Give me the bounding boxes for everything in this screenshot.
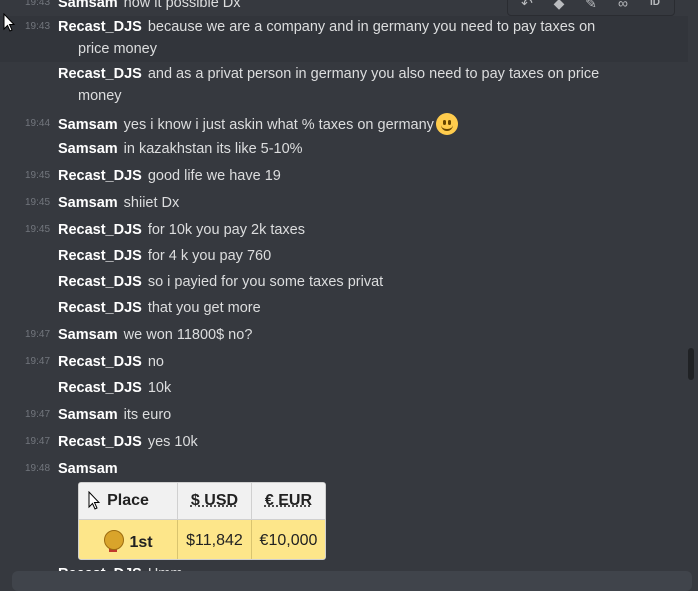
message-text: how it possible Dx xyxy=(123,0,241,11)
message-composer[interactable] xyxy=(12,571,692,591)
table-row: 1st $11,842 €10,000 xyxy=(79,519,325,559)
message-text: its euro xyxy=(123,407,172,423)
message-author[interactable]: Recast_DJS xyxy=(58,248,142,264)
message-text: and as a privat person in germany you al… xyxy=(147,66,600,82)
reply-icon[interactable]: ↶ xyxy=(516,0,538,13)
message-text: yes 10k xyxy=(147,434,198,450)
message-author[interactable]: Recast_DJS xyxy=(58,66,142,82)
message[interactable]: 19:45 Recast_DJS for 10k you pay 2k taxes xyxy=(0,219,688,241)
message-author[interactable]: Samsam xyxy=(58,407,118,423)
message-timestamp: 19:48 xyxy=(25,463,51,474)
message-author[interactable]: Recast_DJS xyxy=(58,19,142,35)
message[interactable]: 19:45 Recast_DJS good life we have 19 xyxy=(0,165,688,187)
message-author[interactable]: Recast_DJS xyxy=(58,434,142,450)
message-author[interactable]: Samsam xyxy=(58,195,118,211)
message-author[interactable]: Samsam xyxy=(58,0,118,11)
message-timestamp: 19:47 xyxy=(25,436,51,447)
message[interactable]: 19:47 Recast_DJS no xyxy=(0,351,688,373)
table-cell-eur: €10,000 xyxy=(251,519,325,559)
message-author[interactable]: Samsam xyxy=(58,461,118,477)
message-text: 10k xyxy=(147,380,172,396)
message[interactable]: Recast_DJS so i payied for you some taxes… xyxy=(0,271,688,293)
message-author[interactable]: Recast_DJS xyxy=(58,354,142,370)
message[interactable]: Recast_DJS and as a privat person in germ… xyxy=(0,63,688,109)
message-timestamp: 19:44 xyxy=(25,118,51,129)
message-text: no xyxy=(147,354,164,370)
message-text: we won 11800$ no? xyxy=(123,327,253,343)
message[interactable]: Samsam in kazakhstan its like 5-10% xyxy=(0,138,688,160)
mouse-cursor-icon xyxy=(3,13,15,32)
message-timestamp: 19:47 xyxy=(25,329,51,340)
message-text-continued: money xyxy=(78,88,122,104)
message-author[interactable]: Samsam xyxy=(58,117,118,133)
message-text: in kazakhstan its like 5-10% xyxy=(123,141,303,157)
table-header-eur: € EUR xyxy=(251,483,325,520)
prize-table-embed: Place $ USD € EUR 1st $11,842 €10,000 xyxy=(78,482,326,560)
message[interactable]: 19:48 Samsam xyxy=(0,458,688,480)
message-author[interactable]: Recast_DJS xyxy=(58,380,142,396)
message-timestamp: 19:45 xyxy=(25,197,51,208)
message[interactable]: 19:45 Samsam shiiet Dx xyxy=(0,192,688,214)
link-icon[interactable]: ∞ xyxy=(612,0,634,13)
message[interactable]: 19:47 Samsam we won 11800$ no? xyxy=(0,324,688,346)
message-text: for 4 k you pay 760 xyxy=(147,248,272,264)
message-text: yes i know i just askin what % taxes on … xyxy=(123,117,434,133)
message[interactable]: Recast_DJS that you get more xyxy=(0,297,688,319)
table-cell-place: 1st xyxy=(79,519,179,559)
pin-icon[interactable]: ✎ xyxy=(580,0,602,13)
message-text-continued: price money xyxy=(78,41,157,57)
message-text: good life we have 19 xyxy=(147,168,281,184)
message[interactable]: Recast_DJS for 4 k you pay 760 xyxy=(0,245,688,267)
message-timestamp: 19:45 xyxy=(25,170,51,181)
message-author[interactable]: Recast_DJS xyxy=(58,300,142,316)
message-author[interactable]: Recast_DJS xyxy=(58,274,142,290)
message[interactable]: Recast_DJS 10k xyxy=(0,377,688,399)
message-text: for 10k you pay 2k taxes xyxy=(147,222,305,238)
scrollbar-thumb[interactable] xyxy=(688,348,694,380)
table-cell-usd: $11,842 xyxy=(177,519,252,559)
message[interactable]: 19:47 Recast_DJS yes 10k xyxy=(0,431,688,453)
message-timestamp: 19:47 xyxy=(25,409,51,420)
slightly-smiling-face-icon xyxy=(435,113,458,135)
id-icon[interactable]: ID xyxy=(644,0,666,13)
message-author[interactable]: Recast_DJS xyxy=(58,168,142,184)
message-timestamp: 19:45 xyxy=(25,224,51,235)
message-text: shiiet Dx xyxy=(123,195,180,211)
message[interactable]: 19:47 Samsam its euro xyxy=(0,404,688,426)
message[interactable]: 19:43 Recast_DJS because we are a company … xyxy=(0,16,688,62)
message-timestamp: 19:43 xyxy=(25,21,51,32)
message-text: that you get more xyxy=(147,300,261,316)
message-text: so i payied for you some taxes privat xyxy=(147,274,384,290)
message-timestamp: 19:47 xyxy=(25,356,51,367)
gold-medal-icon xyxy=(103,530,125,552)
message-text: because we are a company and in germany … xyxy=(147,19,596,35)
message-action-toolbar: ↶ ◆ ✎ ∞ ID xyxy=(507,0,675,16)
message-author[interactable]: Samsam xyxy=(58,141,118,157)
mouse-cursor-icon xyxy=(88,491,100,510)
message[interactable]: 19:44 Samsam yes i know i just askin what … xyxy=(0,113,688,135)
table-header-usd: $ USD xyxy=(177,483,252,520)
react-icon[interactable]: ◆ xyxy=(548,0,570,13)
message-author[interactable]: Samsam xyxy=(58,327,118,343)
message-author[interactable]: Recast_DJS xyxy=(58,222,142,238)
message-timestamp: 19:43 xyxy=(25,0,51,8)
